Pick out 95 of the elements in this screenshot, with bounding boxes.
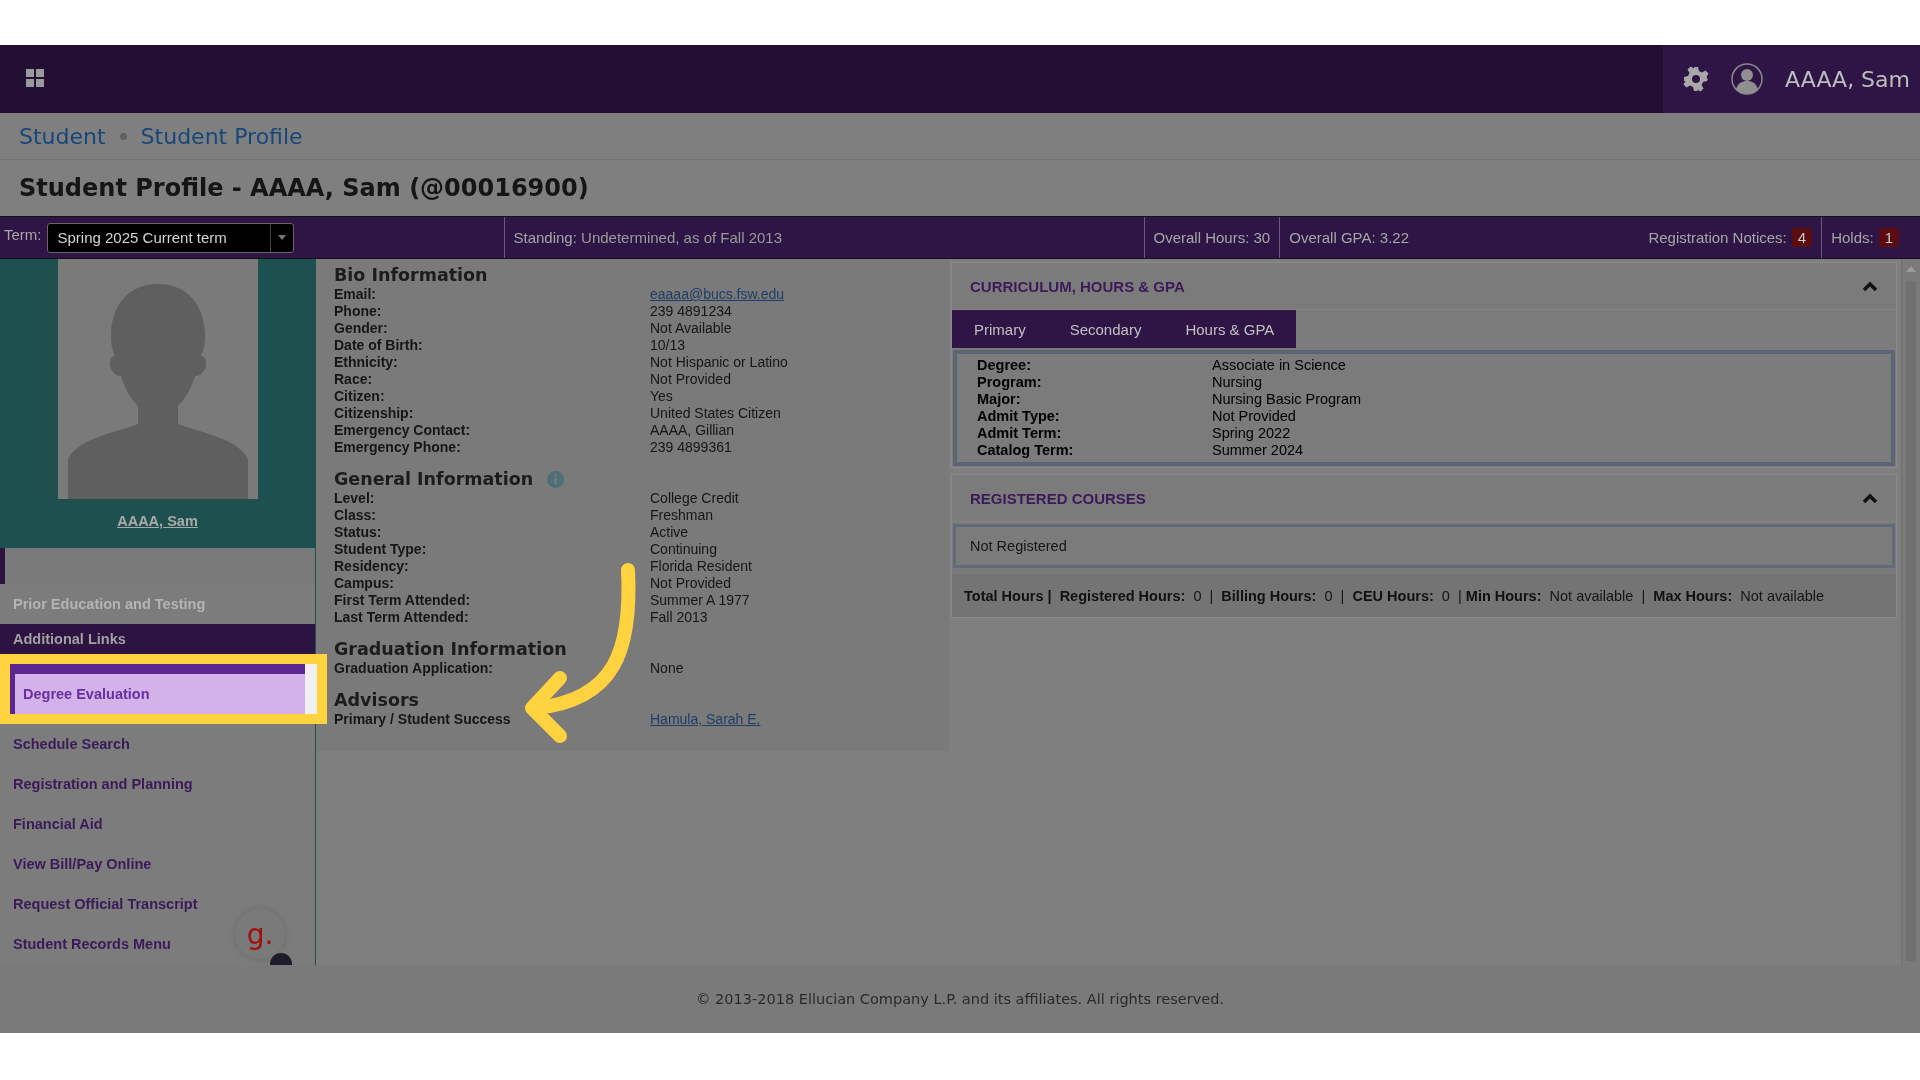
field-value: Associate in Science — [1212, 357, 1346, 374]
section-heading: Additional Links — [0, 624, 315, 654]
field-label: Student Type: — [334, 541, 427, 558]
field-label: Ethnicity: — [334, 354, 398, 371]
overall-gpa-text: Overall GPA: 3.22 — [1289, 229, 1409, 246]
field-value: Not Available — [650, 320, 732, 337]
field-label: Catalog Term: — [977, 442, 1074, 459]
caret-icon — [277, 235, 286, 240]
field-label: Race: — [334, 371, 373, 388]
field-label: Email: — [334, 286, 376, 303]
hours-summary: Total Hours | Registered Hours: 0 | Billing Hours: 0 | CEU Hours: 0 | Min Hours: Not available | Max Hours: Not available — [952, 574, 1896, 617]
field-label: Gender: — [334, 320, 388, 337]
field-value: Not Provided — [1212, 408, 1296, 425]
user-name[interactable]: AAAA, Sam — [1785, 66, 1910, 92]
field-label: Emergency Phone: — [334, 439, 461, 456]
section-title: Graduation Information — [334, 639, 567, 659]
field-value: Nursing — [1212, 374, 1262, 391]
field-value: AAAA, Gillian — [650, 422, 735, 439]
copyright-text: © 2013-2018 Ellucian Company L.P. and its affiliates. All rights reserved. — [696, 991, 1224, 1007]
field-label: Residency: — [334, 558, 409, 575]
section-title: Advisors — [334, 690, 419, 710]
field-value: Not Hispanic or Latino — [650, 354, 788, 371]
overall-hours-text: Overall Hours: 30 — [1153, 229, 1271, 246]
field-value: Continuing — [650, 541, 717, 558]
field-value: Florida Resident — [650, 558, 752, 575]
status-message: Not Registered — [953, 524, 1895, 568]
panel-title: REGISTERED COURSES — [970, 489, 1146, 507]
sidebar-link[interactable]: Student Records Menu — [0, 924, 184, 964]
section-title: Bio Information — [334, 265, 488, 285]
field-label: Graduation Application: — [334, 660, 493, 677]
standing-text: Standing: Undetermined, as of Fall 2013 — [513, 229, 782, 246]
field-value: Spring 2022 — [1212, 425, 1291, 442]
field-value: Fall 2013 — [650, 609, 708, 626]
field-value: 239 4891234 — [650, 303, 732, 320]
tab[interactable]: Hours & GPA — [1163, 310, 1297, 348]
holds-label[interactable]: Holds: — [1831, 229, 1874, 246]
field-value: Summer 2024 — [1212, 442, 1304, 459]
field-label: Degree: — [977, 357, 1031, 374]
field-link[interactable]: eaaaa@bucs.fsw.edu — [650, 286, 785, 303]
field-label: Program: — [977, 374, 1042, 391]
section-title: General Information — [334, 469, 534, 489]
collapse-icon[interactable] — [1862, 492, 1878, 504]
apps-grid-icon[interactable] — [26, 69, 45, 88]
page-title: Student Profile - AAAA, Sam (@00016900) — [18, 173, 590, 204]
field-label: Phone: — [334, 303, 382, 320]
field-label: Status: — [334, 524, 382, 541]
field-label: Admit Term: — [977, 425, 1062, 442]
tab[interactable]: Secondary — [1047, 310, 1164, 348]
count-badge[interactable]: 1 — [1878, 228, 1899, 247]
field-label: Primary / Student Success — [334, 711, 511, 728]
field-value: Summer A 1977 — [650, 592, 750, 609]
field-value: None — [650, 660, 684, 677]
student-name-link[interactable]: AAAA, Sam — [117, 513, 198, 529]
field-label: Citizenship: — [334, 405, 414, 422]
field-label: Admit Type: — [977, 408, 1060, 425]
scrollbar[interactable] — [1901, 259, 1920, 965]
sidebar-link[interactable]: Degree Evaluation — [10, 664, 305, 714]
field-label: Emergency Contact: — [334, 422, 471, 439]
settings-icon[interactable] — [1683, 66, 1710, 92]
field-value: Freshman — [650, 507, 714, 524]
field-value: 10/13 — [650, 337, 686, 354]
field-label: Major: — [977, 391, 1021, 408]
sidebar-link[interactable]: Financial Aid — [0, 804, 116, 844]
tab[interactable]: Primary — [952, 310, 1048, 348]
term-label: Term: — [4, 226, 42, 243]
sidebar-link: Prior Education and Testing — [12, 595, 207, 614]
field-value: United States Citizen — [650, 405, 781, 422]
field-value: Nursing Basic Program — [1212, 391, 1362, 408]
panel-title: CURRICULUM, HOURS & GPA — [970, 277, 1185, 295]
field-value: College Credit — [650, 490, 739, 507]
field-label: Citizen: — [334, 388, 385, 405]
sidebar-link[interactable]: Schedule Search — [0, 724, 143, 764]
sidebar-link[interactable]: Request Official Transcript — [0, 884, 211, 924]
field-value: Not Provided — [650, 371, 731, 388]
sidebar-link[interactable]: View Bill/Pay Online — [0, 844, 165, 884]
field-label: Campus: — [334, 575, 394, 592]
breadcrumb-link[interactable]: Student Profile — [140, 123, 303, 149]
field-value: Not Provided — [650, 575, 731, 592]
field-value: 239 4899361 — [650, 439, 732, 456]
field-label: Level: — [334, 490, 375, 507]
field-link[interactable]: Hamula, Sarah E. — [650, 711, 761, 728]
field-label: First Term Attended: — [334, 592, 471, 609]
field-label: Class: — [334, 507, 377, 524]
sidebar-link[interactable]: Registration and Planning — [0, 764, 206, 804]
field-label: Date of Birth: — [334, 337, 423, 354]
user-avatar-icon[interactable] — [1731, 63, 1764, 95]
field-value: Active — [650, 524, 689, 541]
breadcrumb-separator — [119, 132, 127, 140]
field-value: Yes — [650, 388, 673, 405]
breadcrumb-link[interactable]: Student — [19, 123, 106, 149]
term-dropdown[interactable]: Spring 2025 Current term — [46, 222, 294, 253]
collapse-icon[interactable] — [1862, 280, 1878, 292]
registration-notices-label[interactable]: Registration Notices: — [1648, 229, 1787, 246]
count-badge[interactable]: 4 — [1791, 228, 1813, 247]
field-label: Last Term Attended: — [334, 609, 469, 626]
